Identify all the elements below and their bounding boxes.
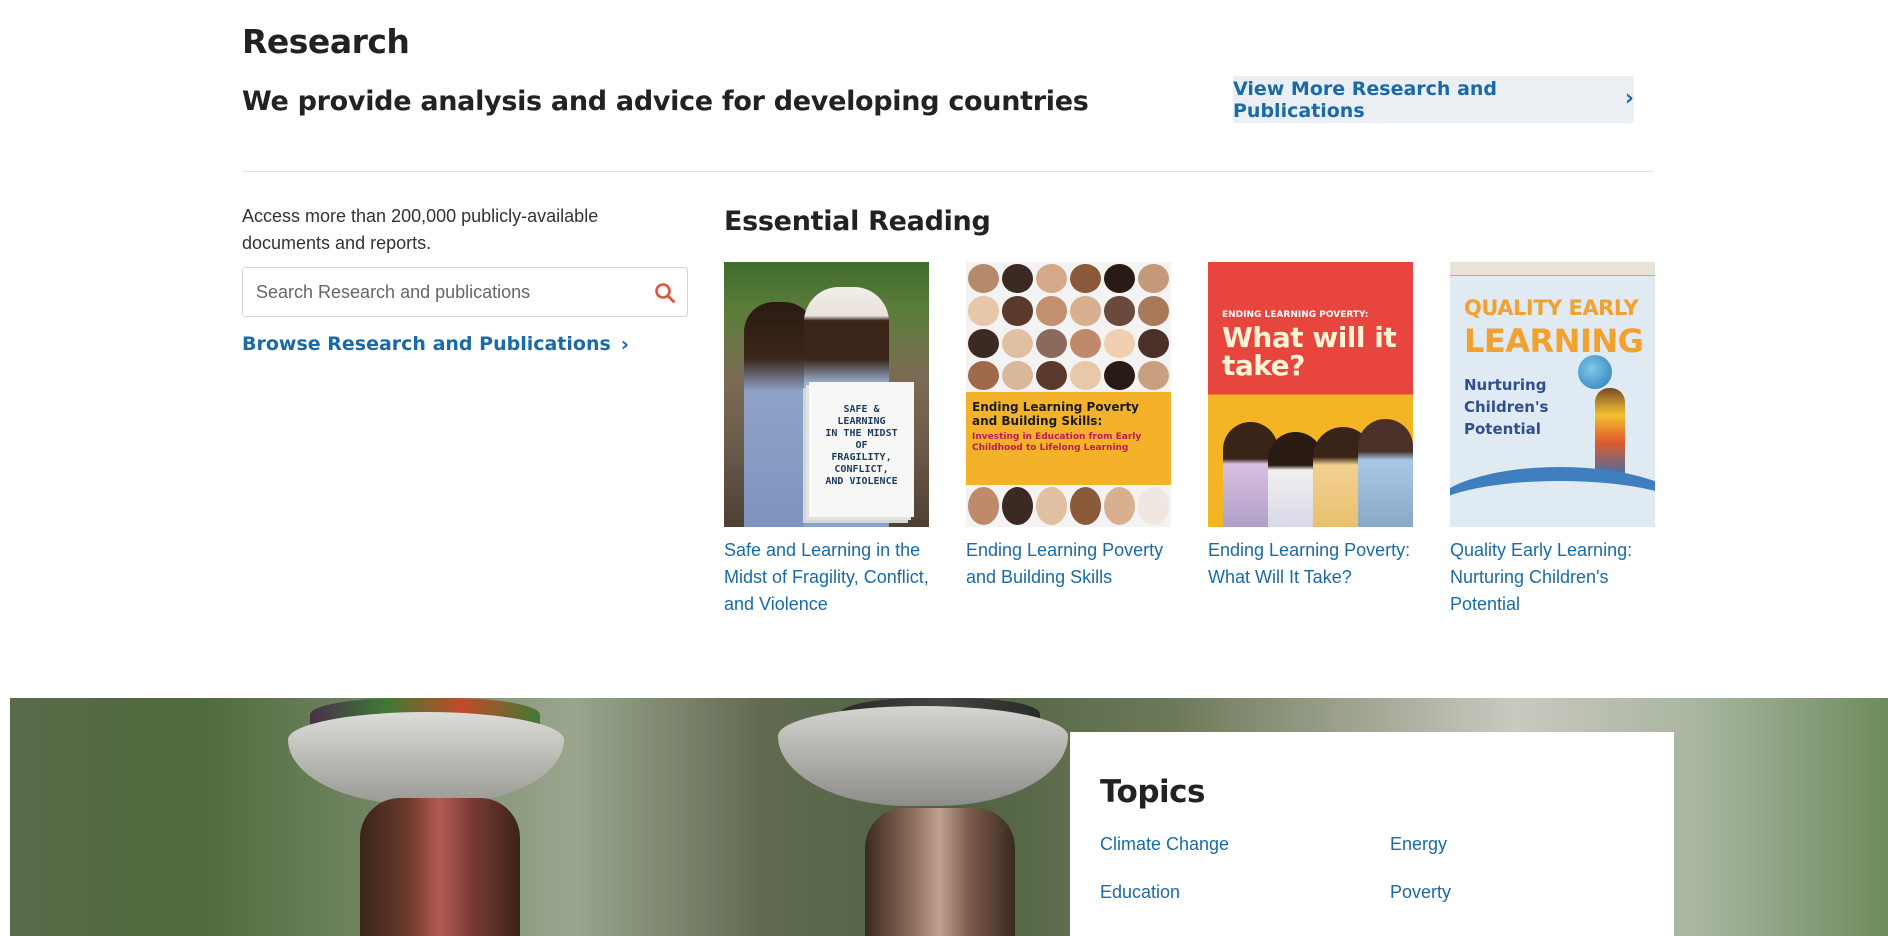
book-cover-image[interactable]: QUALITY EARLY LEARNING Nurturing Childre… [1450,262,1655,527]
topics-list: Climate Change Energy Education Poverty [1100,832,1644,904]
browse-link[interactable]: Browse Research and Publications › [242,332,629,356]
child-illustration [1595,388,1625,478]
chevron-right-icon: › [1624,85,1634,111]
cover-document: SAFE & LEARNING IN THE MIDST OF FRAGILIT… [809,382,914,517]
book-cover-image[interactable]: Ending Learning Poverty and Building Ski… [966,262,1171,527]
book-title-link[interactable]: Safe and Learning in the Midst of Fragil… [724,537,929,618]
topic-link-education[interactable]: Education [1100,880,1390,904]
topics-title: Topics [1100,774,1205,810]
book-cover-image[interactable]: SAFE & LEARNING IN THE MIDST OF FRAGILIT… [724,262,929,527]
book-list: SAFE & LEARNING IN THE MIDST OF FRAGILIT… [724,262,1655,618]
book-card[interactable]: ENDING LEARNING POVERTY: What will it ta… [1208,262,1413,618]
book-card[interactable]: Ending Learning Poverty and Building Ski… [966,262,1171,618]
topics-panel: Topics Climate Change Energy Education P… [1070,732,1674,936]
section-divider [242,171,1654,172]
view-more-button[interactable]: View More Research and Publications › [1233,76,1634,123]
search-icon[interactable] [653,281,677,305]
topic-link-poverty[interactable]: Poverty [1390,880,1680,904]
topic-link-energy[interactable]: Energy [1390,832,1680,856]
book-title-link[interactable]: Ending Learning Poverty: What Will It Ta… [1208,537,1413,591]
book-title-link[interactable]: Ending Learning Poverty and Building Ski… [966,537,1171,591]
browse-label: Browse Research and Publications [242,333,611,355]
view-more-label: View More Research and Publications [1233,77,1498,122]
book-card[interactable]: QUALITY EARLY LEARNING Nurturing Childre… [1450,262,1655,618]
essential-reading-title: Essential Reading [724,206,991,237]
search-box [242,267,688,317]
page-title: Research [242,22,410,61]
globe-illustration [1578,355,1612,389]
book-card[interactable]: SAFE & LEARNING IN THE MIDST OF FRAGILIT… [724,262,929,618]
search-input[interactable] [243,268,633,316]
topic-link-climate-change[interactable]: Climate Change [1100,832,1390,856]
access-description: Access more than 200,000 publicly-availa… [242,206,599,253]
page-subtitle: We provide analysis and advice for devel… [242,86,1089,117]
book-title-link[interactable]: Quality Early Learning: Nurturing Childr… [1450,537,1655,618]
book-cover-image[interactable]: ENDING LEARNING POVERTY: What will it ta… [1208,262,1413,527]
chevron-right-icon: › [620,332,630,356]
